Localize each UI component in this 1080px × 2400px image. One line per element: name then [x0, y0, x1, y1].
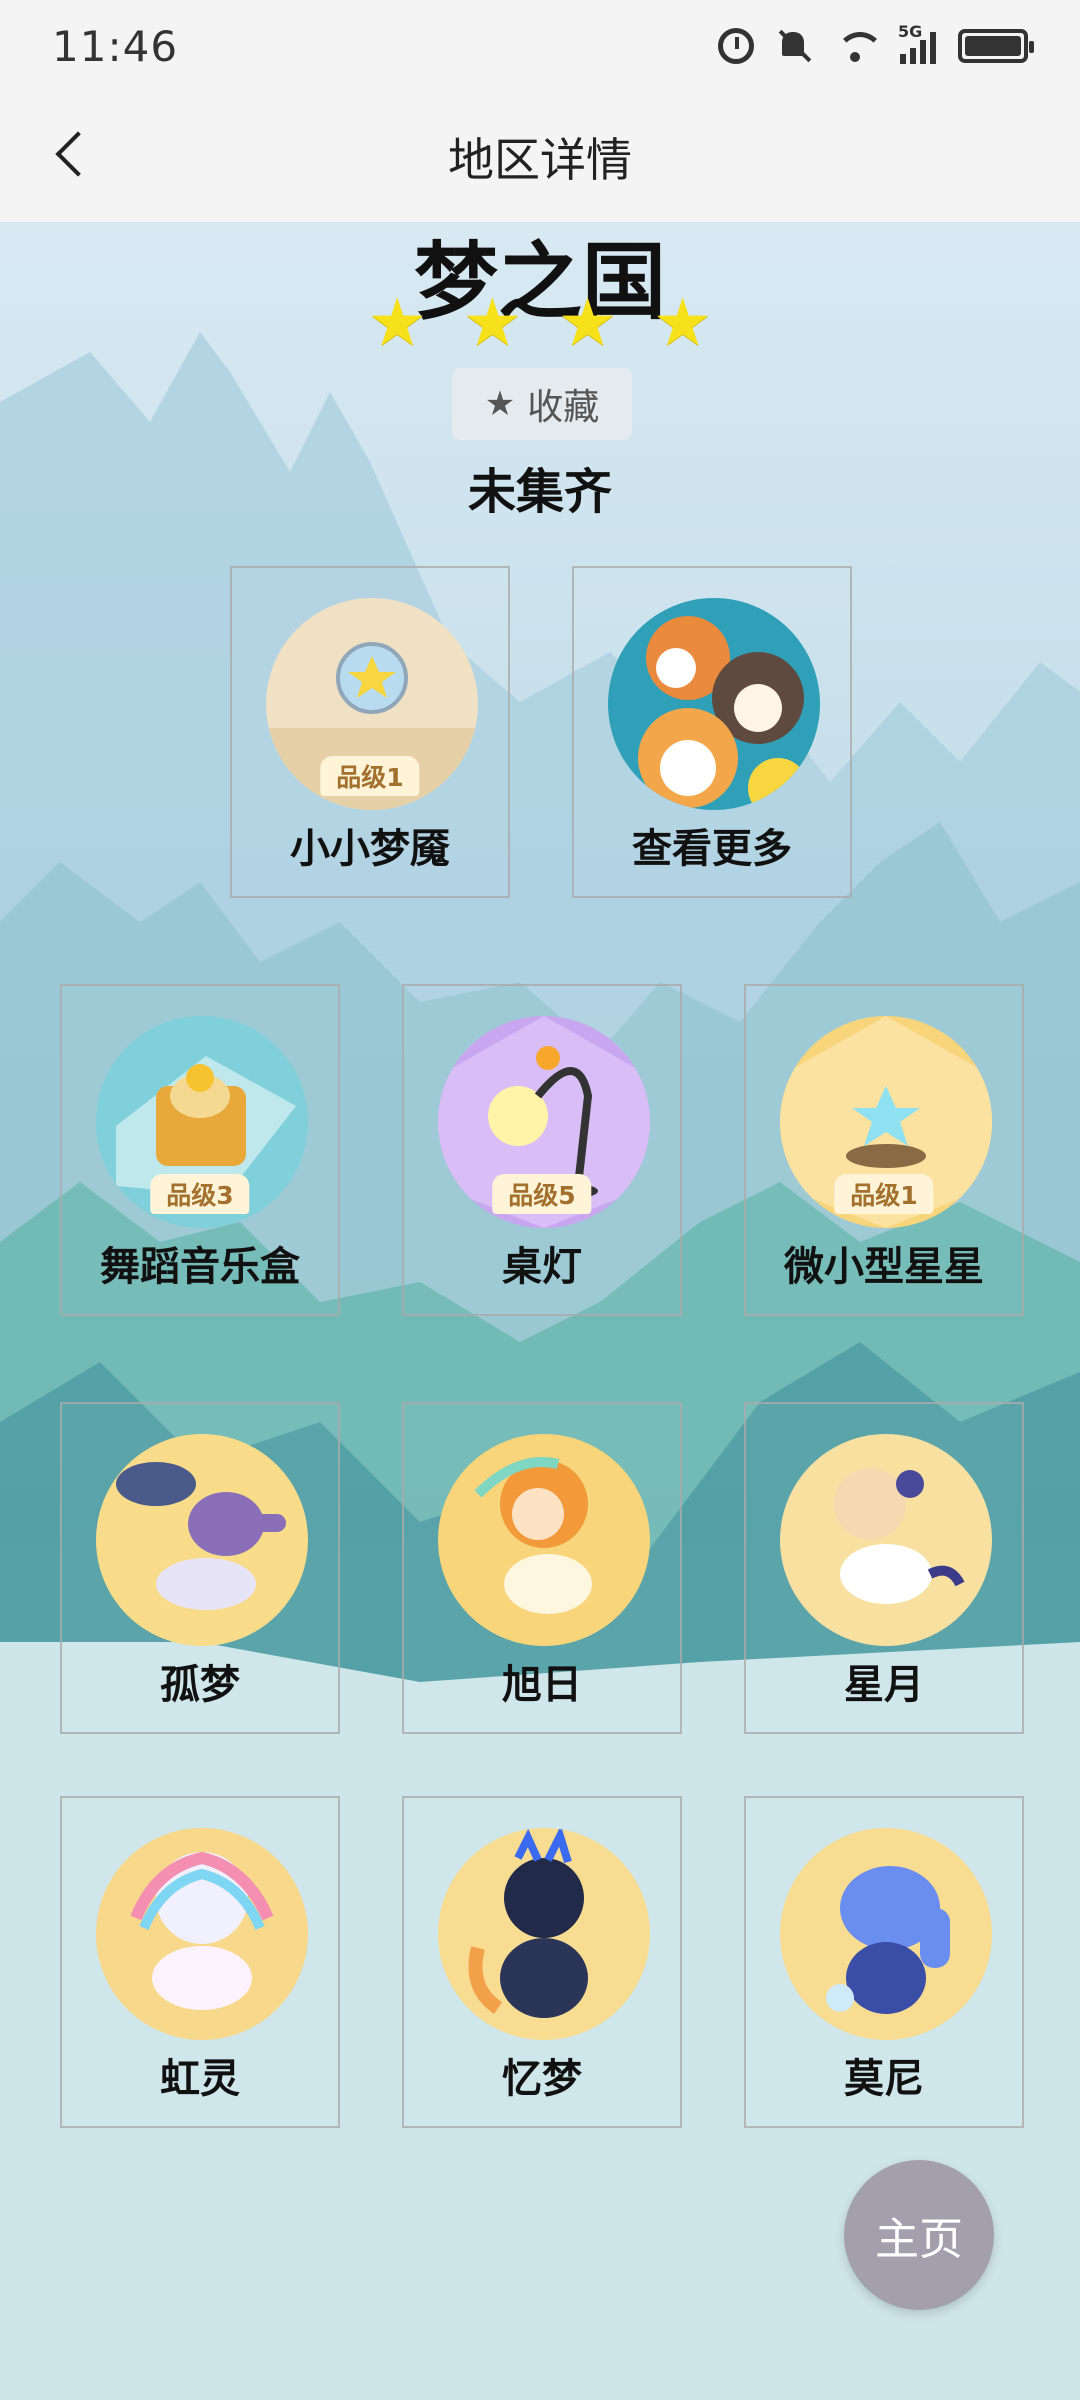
item-artwork — [780, 1828, 992, 2040]
item-name: 旭日 — [502, 1662, 582, 1708]
alarm-icon — [718, 28, 754, 64]
item-card-xiaoxiaomengyan[interactable]: 品级1 小小梦魇 — [230, 566, 510, 898]
star-icon: ★ — [558, 284, 618, 361]
back-button[interactable] — [48, 132, 98, 182]
item-name: 莫尼 — [844, 2056, 924, 2102]
favorite-label: 收藏 — [527, 387, 600, 428]
item-card-desk-lamp[interactable]: 品级5 桌灯 — [402, 984, 682, 1316]
item-grade-badge: 品级1 — [320, 756, 420, 796]
item-name: 微小型星星 — [784, 1244, 984, 1290]
nav-bar: 地区详情 — [0, 92, 1080, 222]
item-card-xuri[interactable]: 旭日 — [402, 1402, 682, 1734]
star-icon: ★ — [653, 284, 713, 361]
network-type: 5G — [898, 22, 923, 41]
item-grade-badge: 品级5 — [492, 1174, 592, 1214]
item-name: 星月 — [844, 1662, 924, 1708]
view-more-artwork — [608, 598, 820, 810]
view-more-card[interactable]: 查看更多 — [572, 566, 852, 898]
item-card-tiny-star[interactable]: 品级1 微小型星星 — [744, 984, 1024, 1316]
status-time: 11:46 — [52, 21, 179, 71]
item-card-yimeng[interactable]: 忆梦 — [402, 1796, 682, 2128]
item-artwork — [780, 1434, 992, 1646]
item-name: 孤梦 — [160, 1662, 240, 1708]
item-name: 小小梦魇 — [290, 826, 450, 872]
cellular-signal-icon: 5G — [898, 22, 936, 64]
wifi-icon — [834, 28, 884, 64]
item-name: 桌灯 — [502, 1244, 582, 1290]
page-title: 地区详情 — [448, 133, 632, 187]
star-icon: ★ — [462, 284, 522, 361]
item-name: 忆梦 — [502, 2056, 582, 2102]
item-name: 舞蹈音乐盒 — [100, 1244, 300, 1290]
collect-status: 未集齐 — [467, 464, 612, 520]
favorite-button[interactable]: ★ 收藏 — [452, 368, 632, 440]
mute-bell-icon — [776, 28, 812, 64]
view-more-label: 查看更多 — [632, 826, 792, 872]
item-card-hongling[interactable]: 虹灵 — [60, 1796, 340, 2128]
item-artwork — [438, 1828, 650, 2040]
item-grade-badge: 品级3 — [150, 1174, 250, 1214]
item-card-music-box[interactable]: 品级3 舞蹈音乐盒 — [60, 984, 340, 1316]
item-grade-badge: 品级1 — [834, 1174, 934, 1214]
home-button[interactable]: 主页 — [844, 2160, 994, 2310]
item-artwork — [438, 1434, 650, 1646]
item-name: 虹灵 — [160, 2056, 240, 2102]
item-card-gumeng[interactable]: 孤梦 — [60, 1402, 340, 1734]
region-rating: ★ ★ ★ ★ — [0, 290, 1080, 356]
status-bar: 11:46 5G — [0, 0, 1080, 92]
status-icons: 5G — [718, 22, 1034, 64]
item-card-moni[interactable]: 莫尼 — [744, 1796, 1024, 2128]
item-card-xingyue[interactable]: 星月 — [744, 1402, 1024, 1734]
item-artwork — [96, 1434, 308, 1646]
battery-icon — [958, 29, 1034, 63]
favorite-star-icon: ★ — [484, 384, 516, 424]
star-icon: ★ — [367, 284, 427, 361]
item-artwork — [96, 1828, 308, 2040]
